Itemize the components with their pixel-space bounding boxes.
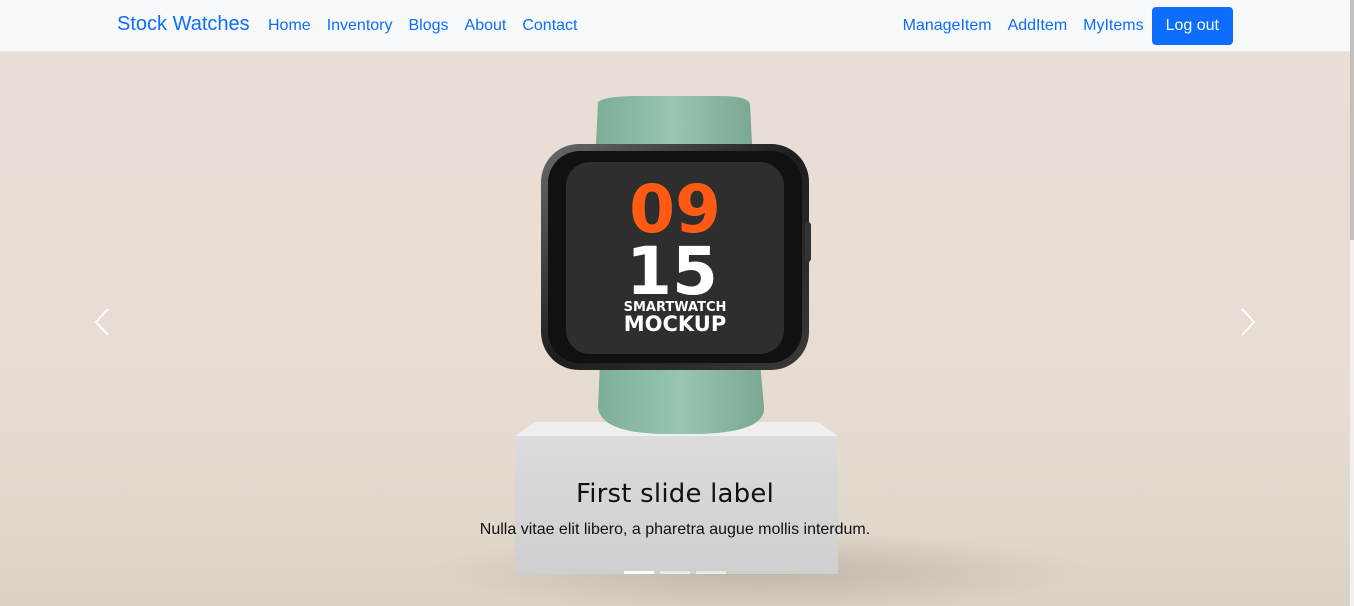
nav-link-add-item[interactable]: AddItem [1008, 17, 1068, 35]
carousel-prev-button[interactable] [72, 292, 132, 352]
page-scrollbar[interactable] [1350, 0, 1354, 606]
nav-left-group: Home Inventory Blogs About Contact [268, 0, 593, 52]
nav-link-manage-item[interactable]: ManageItem [903, 17, 992, 35]
logout-button[interactable]: Log out [1151, 7, 1233, 45]
nav-link-about[interactable]: About [465, 17, 507, 35]
slide-caption: First slide label Nulla vitae elit liber… [0, 479, 1350, 539]
brand-link[interactable]: Stock Watches [117, 13, 250, 36]
navbar: Stock Watches Home Inventory Blogs About… [0, 0, 1354, 52]
chevron-right-icon [1241, 308, 1256, 336]
nav-link-inventory[interactable]: Inventory [327, 17, 393, 35]
carousel-indicator-1[interactable] [624, 571, 654, 574]
watch-line2-text: MOCKUP [624, 312, 727, 336]
carousel-indicator-3[interactable] [696, 571, 726, 574]
nav-link-home[interactable]: Home [268, 17, 311, 35]
carousel-next-button[interactable] [1218, 292, 1278, 352]
nav-link-my-items[interactable]: MyItems [1083, 17, 1143, 35]
carousel-indicators [0, 571, 1350, 574]
scrollbar-thumb[interactable] [1350, 0, 1354, 240]
chevron-left-icon [94, 308, 109, 336]
nav-link-contact[interactable]: Contact [522, 17, 577, 35]
nav-right-group: ManageItem AddItem MyItems Log out [903, 0, 1233, 52]
carousel-indicator-2[interactable] [660, 571, 690, 574]
slide-title: First slide label [575, 479, 775, 509]
nav-link-blogs[interactable]: Blogs [409, 17, 449, 35]
slide-text: Nulla vitae elit libero, a pharetra augu… [479, 521, 871, 538]
hero-carousel: 09 15 SMARTWATCH MOCKUP First slide labe… [0, 52, 1350, 606]
watch-minute-text: 15 [626, 233, 718, 310]
